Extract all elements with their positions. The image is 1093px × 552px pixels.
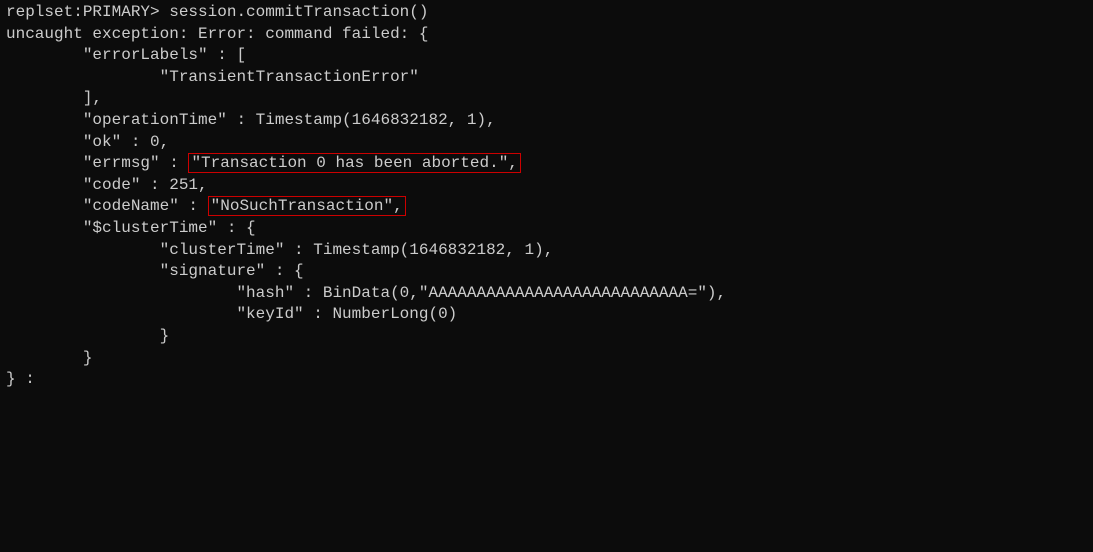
cluster-time-key: "$clusterTime" : { <box>6 219 256 237</box>
error-label-value: "TransientTransactionError" <box>6 68 419 86</box>
cluster-time-value: "clusterTime" : Timestamp(1646832182, 1)… <box>6 241 553 259</box>
signature-key: "signature" : { <box>6 262 304 280</box>
object-close: } : <box>6 370 35 388</box>
prompt-line[interactable]: replset:PRIMARY> session.commitTransacti… <box>6 3 428 21</box>
error-labels-key: "errorLabels" : [ <box>6 46 246 64</box>
operation-time: "operationTime" : Timestamp(1646832182, … <box>6 111 496 129</box>
codename-key: "codeName" : <box>6 197 208 215</box>
keyid-value: "keyId" : NumberLong(0) <box>6 305 457 323</box>
signature-close: } <box>6 327 169 345</box>
code-value: "code" : 251, <box>6 176 208 194</box>
errmsg-key: "errmsg" : <box>6 154 188 172</box>
ok-status: "ok" : 0, <box>6 133 169 151</box>
hash-value: "hash" : BinData(0,"AAAAAAAAAAAAAAAAAAAA… <box>6 284 726 302</box>
errmsg-highlight: "Transaction 0 has been aborted.", <box>188 153 520 173</box>
codename-highlight: "NoSuchTransaction", <box>208 196 406 216</box>
terminal-output: replset:PRIMARY> session.commitTransacti… <box>0 0 1093 393</box>
exception-header: uncaught exception: Error: command faile… <box>6 25 428 43</box>
cluster-close: } <box>6 349 92 367</box>
array-close: ], <box>6 89 102 107</box>
